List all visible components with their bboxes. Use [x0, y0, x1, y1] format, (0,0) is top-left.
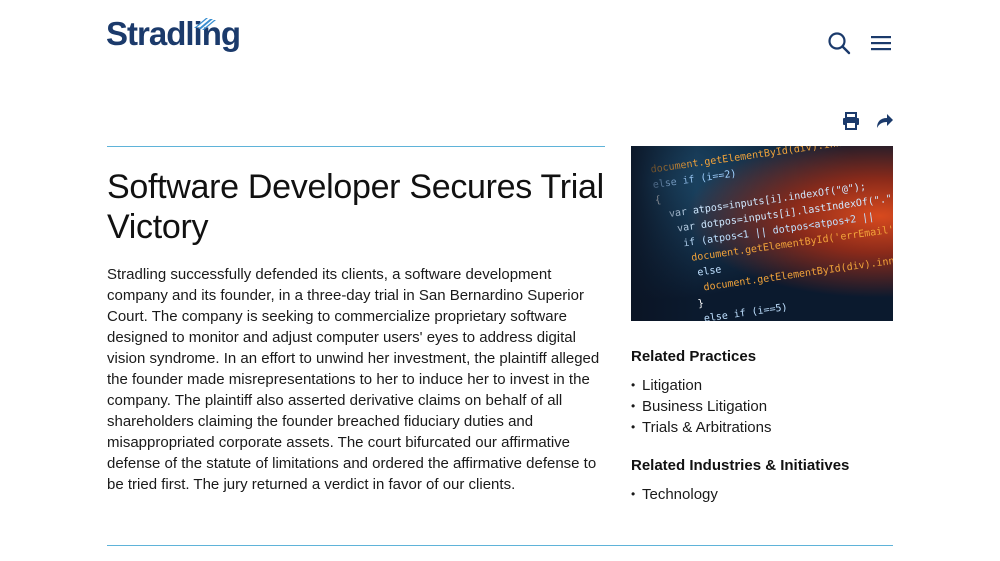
bottom-divider [107, 545, 893, 546]
stradling-logo[interactable]: Stradling [106, 15, 241, 52]
share-button[interactable] [875, 111, 895, 131]
print-icon [843, 112, 859, 130]
logo-stripes-icon [194, 18, 216, 30]
related-practices-heading: Related Practices [631, 348, 757, 365]
search-button[interactable] [826, 30, 852, 56]
bullet-icon: • [631, 487, 636, 501]
bullet-icon: • [631, 420, 636, 434]
related-practices-list: • Litigation • Business Litigation • Trials… [631, 375, 772, 438]
practice-link[interactable]: Litigation [642, 375, 702, 396]
list-item[interactable]: • Litigation [631, 375, 772, 396]
list-item[interactable]: • Trials & Arbitrations [631, 417, 772, 438]
practice-link[interactable]: Trials & Arbitrations [642, 417, 772, 438]
print-button[interactable] [841, 111, 861, 131]
logo-wordmark: Stradling [106, 15, 241, 52]
industry-link[interactable]: Technology [642, 484, 718, 505]
article-title: Software Developer Secures Trial Victory [107, 168, 604, 246]
menu-button[interactable] [868, 30, 894, 56]
practice-link[interactable]: Business Litigation [642, 396, 767, 417]
code-lines: document.getElementById(div).innerHTML =… [631, 146, 893, 321]
bullet-icon: • [631, 399, 636, 413]
list-item[interactable]: • Technology [631, 484, 718, 505]
article-body: Stradling successfully defended its clie… [107, 266, 600, 493]
bullet-icon: • [631, 378, 636, 392]
top-divider [107, 146, 605, 147]
related-industries-list: • Technology [631, 484, 718, 505]
list-item[interactable]: • Business Litigation [631, 396, 772, 417]
search-icon [828, 32, 851, 55]
share-arrow-icon [877, 114, 893, 128]
page: Stradling Software Developer Secures Tri… [0, 0, 1000, 561]
hamburger-menu-icon [871, 36, 891, 51]
code-screenshot-image: document.getElementById(div).innerHTML =… [631, 146, 893, 321]
related-industries-heading: Related Industries & Initiatives [631, 457, 850, 474]
